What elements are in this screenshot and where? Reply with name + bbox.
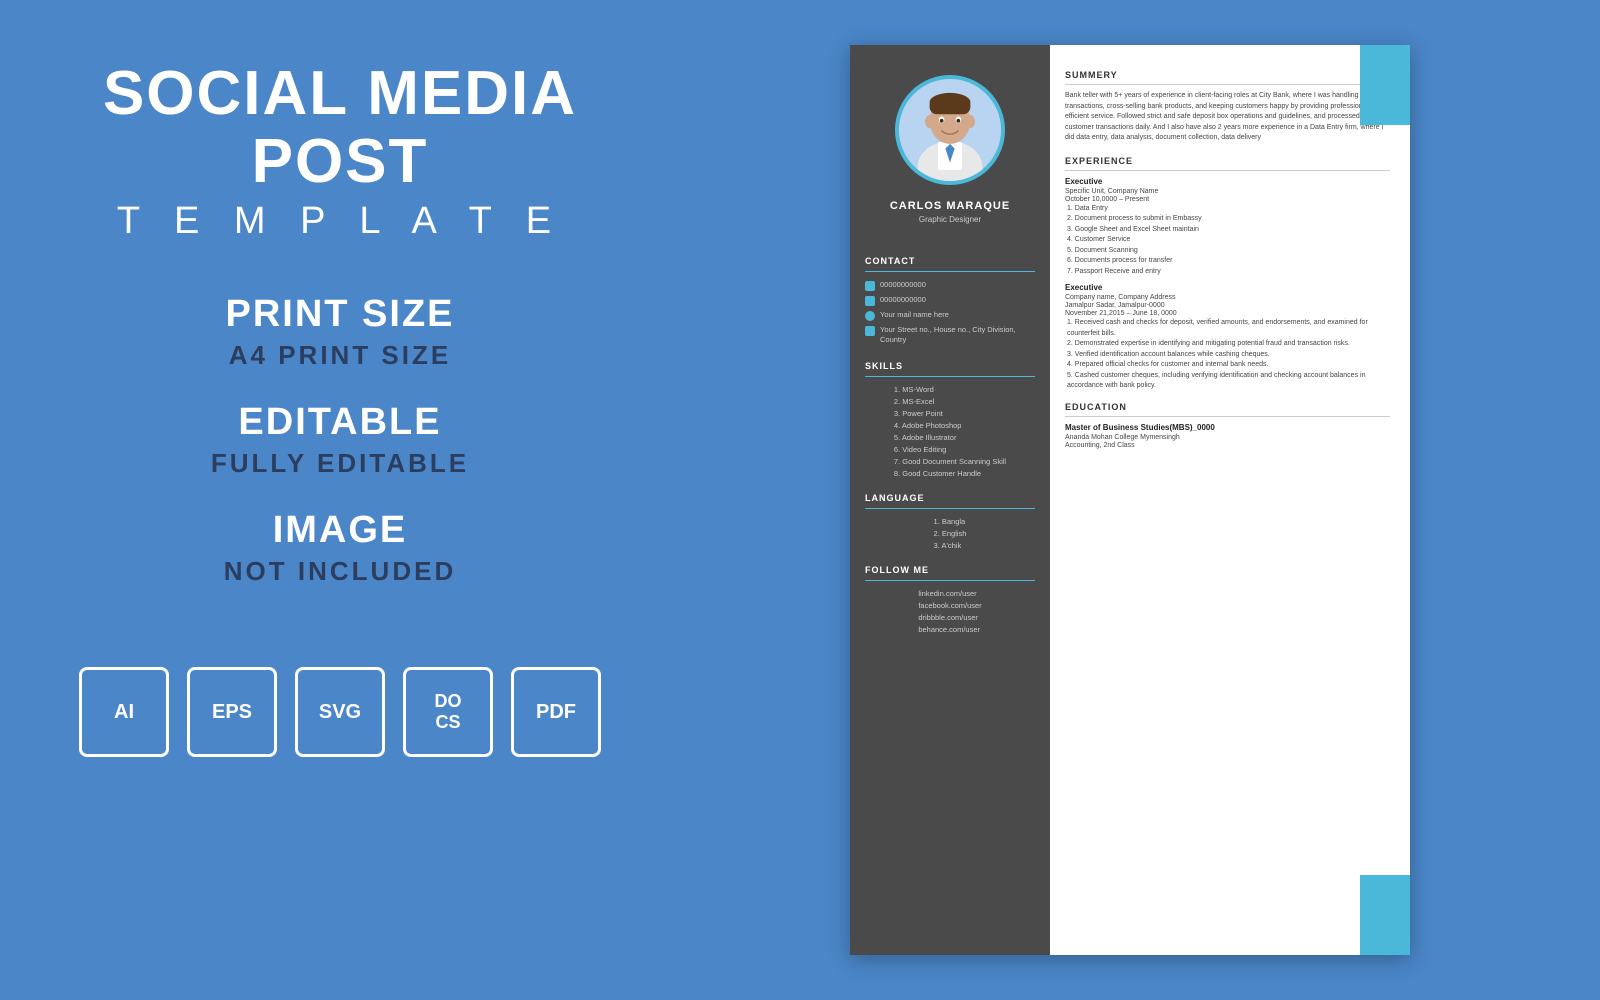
list-item: 1. Data Entry <box>1065 204 1390 215</box>
education-field: Accounting, 2nd Class <box>1065 442 1390 449</box>
language-header: LANGUAGE <box>865 493 1035 503</box>
list-item: 3. Verified identification account balan… <box>1065 350 1390 361</box>
skills-header: SKILLS <box>865 361 1035 371</box>
follow-item: facebook.com/user <box>918 601 981 610</box>
language-item: 2. English <box>934 529 967 538</box>
main-container: SOCIAL MEDIA POST T E M P L A T E PRINT … <box>0 0 1600 1000</box>
list-item: 4. Prepared official checks for customer… <box>1065 360 1390 371</box>
skill-item: 2. MS-Excel <box>894 397 1006 406</box>
skill-item: 7. Good Document Scanning Skill <box>894 457 1006 466</box>
job2-company: Company name, Company Address <box>1065 294 1390 301</box>
follow-item: linkedin.com/user <box>918 589 981 598</box>
follow-header: FOLLOW ME <box>865 565 1035 575</box>
follow-item: behance.com/user <box>918 625 981 634</box>
skill-item: 4. Adobe Photoshop <box>894 421 1006 430</box>
profile-photo <box>895 75 1005 185</box>
job2-company2: Jamalpur Sadar, Jamalpur-0000 <box>1065 302 1390 309</box>
list-item: 1. Received cash and checks for deposit,… <box>1065 318 1390 339</box>
summary-divider <box>1065 84 1390 85</box>
list-item: 4. Customer Service <box>1065 235 1390 246</box>
language-item: 1. Bangla <box>934 517 967 526</box>
print-section: PRINT SIZE A4 PRINT SIZE <box>40 293 640 371</box>
image-section: IMAGE NOT INCLUDED <box>40 509 640 587</box>
editable-value: FULLY EDITABLE <box>40 448 640 479</box>
format-svg: SVG <box>295 667 385 757</box>
list-item: 2. Document process to submit in Embassy <box>1065 214 1390 225</box>
education-degree: Master of Business Studies(MBS)_0000 <box>1065 423 1390 432</box>
education-title: EDUCATION <box>1065 402 1390 412</box>
resume-right-column: SUMMERY Bank teller with 5+ years of exp… <box>1050 45 1410 955</box>
resume-name: CARLOS MARAQUE <box>890 200 1010 212</box>
contact-email: Your mail name here <box>865 310 1035 321</box>
contact-divider <box>865 271 1035 272</box>
language-divider <box>865 508 1035 509</box>
skills-divider <box>865 376 1035 377</box>
email-icon <box>865 311 875 321</box>
summary-title: SUMMERY <box>1065 70 1390 80</box>
resume-left-column: CARLOS MARAQUE Graphic Designer CONTACT … <box>850 45 1050 955</box>
left-panel: SOCIAL MEDIA POST T E M P L A T E PRINT … <box>0 0 680 1000</box>
corner-top-right <box>1360 45 1410 125</box>
format-icons: AI EPS SVG DOCS PDF <box>79 667 601 757</box>
contact-header: CONTACT <box>865 256 1035 266</box>
resume-role: Graphic Designer <box>919 215 981 224</box>
job2-title: Executive <box>1065 283 1390 292</box>
follow-item: dribbble.com/user <box>918 613 981 622</box>
main-title: SOCIAL MEDIA POST <box>40 60 640 196</box>
job2-period: November 21,2015 – June 18, 0000 <box>1065 310 1390 317</box>
contact-phone2: 00000000000 <box>865 295 1035 306</box>
print-label: PRINT SIZE <box>40 293 640 336</box>
list-item: 6. Documents process for transfer <box>1065 256 1390 267</box>
contact-address: Your Street no., House no., City Divisio… <box>865 325 1035 345</box>
contact-phone1: 00000000000 <box>865 280 1035 291</box>
phone1-icon <box>865 281 875 291</box>
language-item: 3. A'chik <box>934 541 967 550</box>
job1-title: Executive <box>1065 177 1390 186</box>
list-item: 7. Passport Receive and entry <box>1065 267 1390 278</box>
title-section: SOCIAL MEDIA POST T E M P L A T E <box>40 60 640 243</box>
list-item: 3. Google Sheet and Excel Sheet maintain <box>1065 225 1390 236</box>
job2-tasks: 1. Received cash and checks for deposit,… <box>1065 318 1390 392</box>
job1-tasks: 1. Data Entry2. Document process to subm… <box>1065 204 1390 278</box>
resume-container: CARLOS MARAQUE Graphic Designer CONTACT … <box>850 45 1410 955</box>
list-item: 5. Document Scanning <box>1065 246 1390 257</box>
skills-list: 1. MS-Word 2. MS-Excel 3. Power Point 4. Ad… <box>894 385 1006 481</box>
education-divider <box>1065 416 1390 417</box>
follow-list: linkedin.com/user facebook.com/user dribbb… <box>918 589 981 637</box>
address-icon <box>865 326 875 336</box>
corner-bottom-right <box>1360 875 1410 955</box>
format-eps: EPS <box>187 667 277 757</box>
experience-divider <box>1065 170 1390 171</box>
editable-label: EDITABLE <box>40 401 640 444</box>
sub-title: T E M P L A T E <box>40 200 640 243</box>
editable-section: EDITABLE FULLY EDITABLE <box>40 401 640 479</box>
skill-item: 3. Power Point <box>894 409 1006 418</box>
experience-title: EXPERIENCE <box>1065 156 1390 166</box>
skill-item: 6. Video Editing <box>894 445 1006 454</box>
job1-period: October 10,0000 – Present <box>1065 196 1390 203</box>
follow-divider <box>865 580 1035 581</box>
list-item: 5. Cashed customer cheques, including ve… <box>1065 371 1390 392</box>
skill-item: 1. MS-Word <box>894 385 1006 394</box>
language-list: 1. Bangla 2. English 3. A'chik <box>934 517 967 553</box>
job1-company: Specific Unit, Company Name <box>1065 188 1390 195</box>
format-docs: DOCS <box>403 667 493 757</box>
skill-item: 8. Good Customer Handle <box>894 469 1006 478</box>
print-value: A4 PRINT SIZE <box>40 340 640 371</box>
right-panel: CARLOS MARAQUE Graphic Designer CONTACT … <box>680 0 1600 1000</box>
list-item: 2. Demonstrated expertise in identifying… <box>1065 339 1390 350</box>
image-label: IMAGE <box>40 509 640 552</box>
phone2-icon <box>865 296 875 306</box>
format-pdf: PDF <box>511 667 601 757</box>
skill-item: 5. Adobe Illustrator <box>894 433 1006 442</box>
format-ai: AI <box>79 667 169 757</box>
image-value: NOT INCLUDED <box>40 556 640 587</box>
summary-text: Bank teller with 5+ years of experience … <box>1065 91 1390 144</box>
education-college: Ananda Mohan College Mymensingh <box>1065 434 1390 441</box>
